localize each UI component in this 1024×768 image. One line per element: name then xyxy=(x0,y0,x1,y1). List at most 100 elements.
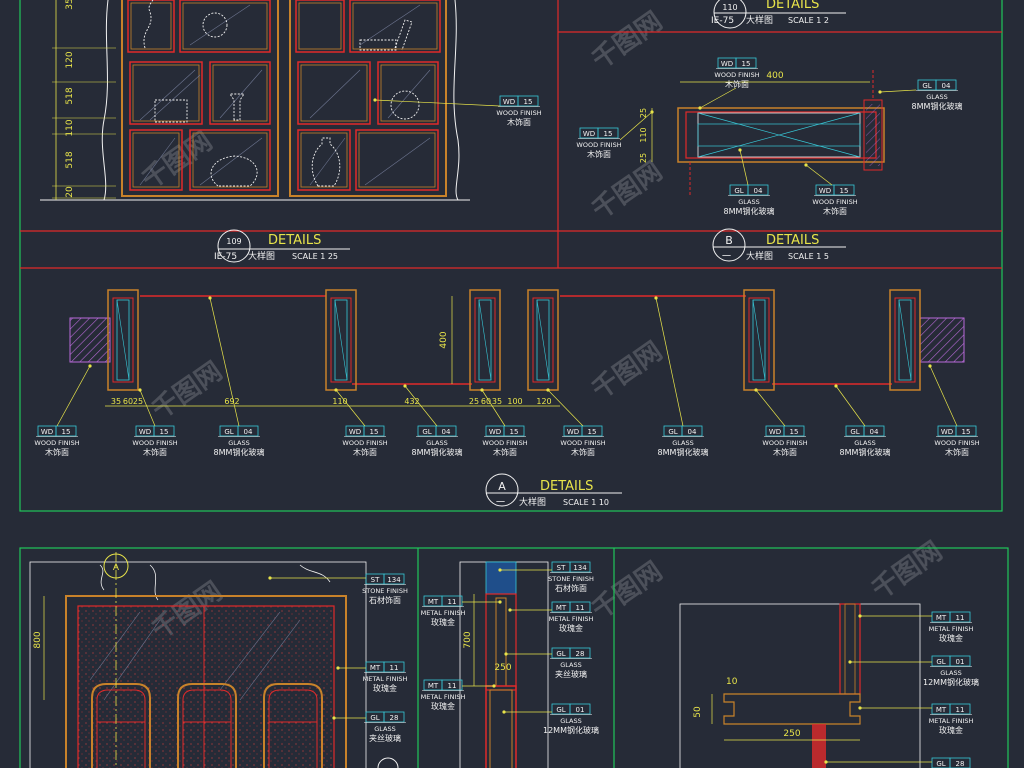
detail-a-dim: 35 xyxy=(492,397,502,406)
tag-number: 11 xyxy=(448,682,457,690)
watermark-layer: 千图网千图网千图网千图网千图网千图网千图网千图网 xyxy=(137,6,948,645)
tag-cn: 木饰面 xyxy=(353,447,377,457)
tag-number: 15 xyxy=(62,428,71,436)
glass-post xyxy=(889,289,921,391)
tag-cn: 木饰面 xyxy=(45,447,69,457)
tag-number: 15 xyxy=(840,187,849,195)
tag-cn: 8MM钢化玻璃 xyxy=(658,447,709,457)
tag-b-wood-top: WD 15 WOOD FINISH木饰面 xyxy=(698,57,760,110)
tag-sec-metal-a: MT 11 METAL FINISH玫瑰金 xyxy=(421,595,502,627)
tag-a-wd15: WD 15 WOOD FINISH木饰面 xyxy=(34,364,92,457)
tag-a-wd15: WD 15 WOOD FINISH木饰面 xyxy=(928,364,980,457)
title-a-label: DETAILS xyxy=(540,479,593,494)
glass-post xyxy=(743,289,775,391)
tag-cn: 木饰面 xyxy=(493,447,517,457)
tag-cn: 玫瑰金 xyxy=(373,683,397,693)
title-110-label: DETAILS xyxy=(766,0,819,12)
tag-door-stone: ST 134 STONE FINISH石材饰面 xyxy=(268,573,408,605)
detail-a-dim: 25 xyxy=(469,397,479,406)
tag-en: GLASS xyxy=(426,439,448,447)
tag-en: WOOD FINISH xyxy=(934,439,979,447)
node-height-50: 50 xyxy=(693,706,703,718)
tag-en: STONE FINISH xyxy=(362,587,408,595)
tag-en: STONE FINISH xyxy=(548,575,594,583)
title-110-sub: 大样图 xyxy=(746,14,773,26)
tag-en: GLASS xyxy=(374,725,396,733)
section-width-250: 250 xyxy=(494,663,511,673)
tag-code: MT xyxy=(370,664,381,672)
tag-cn: 木饰面 xyxy=(571,447,595,457)
tag-code: GL xyxy=(922,82,931,90)
tag-cn: 石材饰面 xyxy=(369,595,401,605)
tag-en: GLASS xyxy=(926,93,948,101)
tag-cn: 玫瑰金 xyxy=(939,633,963,643)
tag-number: 134 xyxy=(573,564,587,572)
tag-en: METAL FINISH xyxy=(421,693,466,701)
tag-a-wd15: WD 15 WOOD FINISH木饰面 xyxy=(754,388,808,457)
title-110-ref: IE-75 xyxy=(711,16,734,26)
watermark-text: 千图网 xyxy=(137,126,218,195)
tag-code: ST xyxy=(557,564,566,572)
tag-number: 04 xyxy=(754,187,763,195)
tag-code: GL xyxy=(224,428,233,436)
tag-code: MT xyxy=(556,604,567,612)
section-marker-a: A xyxy=(113,563,120,573)
tag-node-metal-a: MT 11 METAL FINISH玫瑰金 xyxy=(858,611,974,643)
tag-code: GL xyxy=(668,428,677,436)
title-109-sub: 大样图 xyxy=(248,250,275,262)
tag-en: METAL FINISH xyxy=(929,625,974,633)
tag-number: 15 xyxy=(510,428,519,436)
tag-en: WOOD FINISH xyxy=(342,439,387,447)
detail-b-width: 400 xyxy=(766,71,783,81)
tag-cn: 木饰面 xyxy=(773,447,797,457)
cabinet-elevation: 1205181105182035 xyxy=(40,0,470,201)
tag-cn: 木饰面 xyxy=(587,149,611,159)
tag-number: 15 xyxy=(160,428,169,436)
tag-en: WOOD FINISH xyxy=(482,439,527,447)
node-detail: 50 10 250 xyxy=(679,603,921,768)
title-110-num: 110 xyxy=(722,3,737,12)
detail-a-tags: WD 15WOOD FINISH木饰面 WD 15WOOD FINISH木饰面 GL 04… xyxy=(34,296,980,457)
tag-cn: 8MM钢化玻璃 xyxy=(412,447,463,457)
tag-en: WOOD FINISH xyxy=(812,198,857,206)
title-109-ref: IE-75 xyxy=(214,252,237,262)
glass-post xyxy=(527,289,559,391)
tag-en: METAL FINISH xyxy=(421,609,466,617)
tag-en: WOOD FINISH xyxy=(132,439,177,447)
cabinet-dim: 518 xyxy=(65,151,75,168)
title-a-scale: SCALE 1 10 xyxy=(563,498,609,507)
cabinet-dim: 120 xyxy=(65,51,75,68)
tag-code: MT xyxy=(428,682,439,690)
detail-a-dim: 25 xyxy=(133,397,143,406)
cabinet-dim: 518 xyxy=(65,87,75,104)
tag-number: 11 xyxy=(956,614,965,622)
detail-title-b: B 一 大样图 DETAILS SCALE 1 5 xyxy=(712,228,846,262)
watermark-text: 千图网 xyxy=(587,556,668,625)
tag-cn: 8MM钢化玻璃 xyxy=(840,447,891,457)
tag-cn: 木饰面 xyxy=(823,206,847,216)
tag-node-metal-b: MT 11 METAL FINISH玫瑰金 xyxy=(858,703,973,735)
tag-en: METAL FINISH xyxy=(549,615,594,623)
detail-title-109: 109 IE-75 大样图 DETAILS SCALE 1 25 xyxy=(214,229,350,263)
tag-en: WOOD FINISH xyxy=(496,109,541,117)
tag-node-glass-wire: GL28GLASS夹丝玻璃 xyxy=(824,757,971,768)
tag-number: 01 xyxy=(576,706,585,714)
tag-cn: 夹丝玻璃 xyxy=(369,733,401,743)
tag-number: 134 xyxy=(387,576,401,584)
tag-cn: 木饰面 xyxy=(725,79,749,89)
tag-code: WD xyxy=(583,130,595,138)
tag-number: 15 xyxy=(604,130,613,138)
title-110-scale: SCALE 1 2 xyxy=(788,16,829,25)
title-b-label: DETAILS xyxy=(766,233,819,248)
tag-en: GLASS xyxy=(560,661,582,669)
wood-finish-tag-cabinet: WD 15 WOOD FINISH木饰面 xyxy=(373,95,542,127)
tag-number: 28 xyxy=(956,760,965,768)
cabinet-dim: 35 xyxy=(65,0,75,10)
tag-en: GLASS xyxy=(672,439,694,447)
tag-sec-metal-b: MT 11 METAL FINISH玫瑰金 xyxy=(508,601,594,633)
tag-code: ST xyxy=(371,576,380,584)
tag-number: 04 xyxy=(442,428,451,436)
tag-en: WOOD FINISH xyxy=(560,439,605,447)
tag-code: WD xyxy=(721,60,733,68)
title-b-scale: SCALE 1 5 xyxy=(788,252,829,261)
